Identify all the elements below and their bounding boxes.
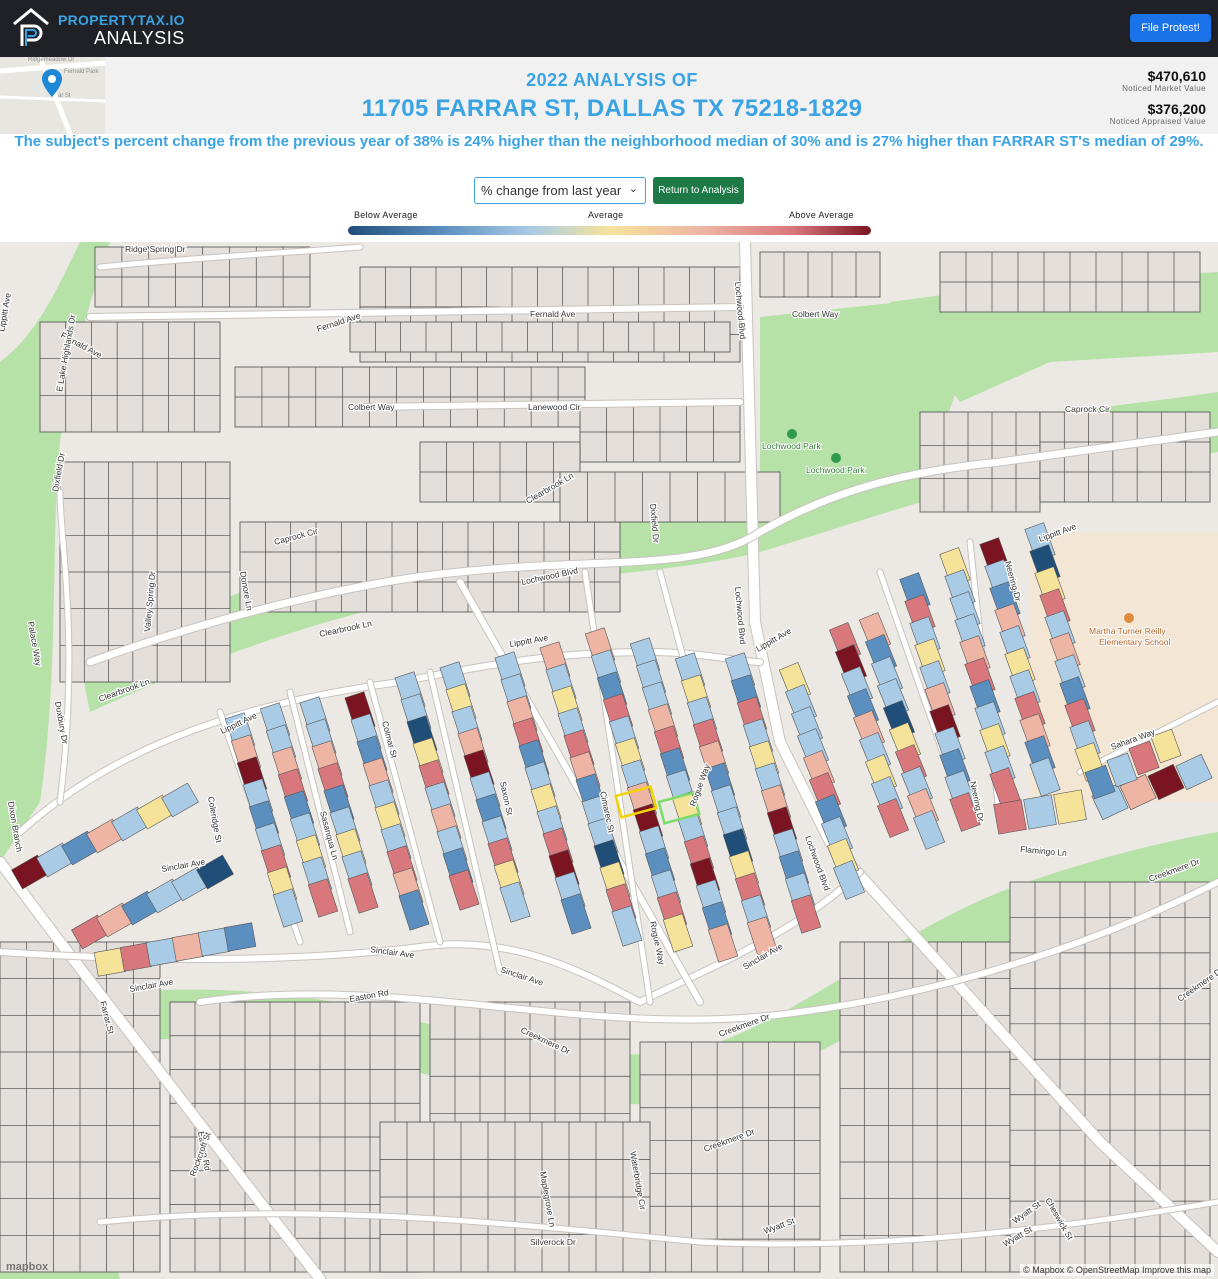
lot-block xyxy=(759,251,881,298)
parcel-map[interactable]: Ridge Spring Dr Fernald Ave Fernald Ave Fer… xyxy=(0,242,1218,1279)
parcel[interactable] xyxy=(993,799,1027,835)
street-label: Coleridge St xyxy=(206,796,224,844)
parcel[interactable] xyxy=(499,881,531,923)
brand-subtitle: ANALYSIS xyxy=(94,28,185,48)
chevron-down-icon: ⌄ xyxy=(628,183,638,195)
parcel[interactable] xyxy=(347,872,379,914)
map-attribution[interactable]: © Mapbox © OpenStreetMap Improve this ma… xyxy=(1020,1264,1214,1276)
street-label: Colbert Way xyxy=(792,309,839,319)
street-label: Ridge Spring Dr xyxy=(125,244,186,254)
legend-high-label: Above Average xyxy=(789,210,854,220)
file-protest-button[interactable]: File Protest! xyxy=(1130,14,1211,42)
street-label: Easton Rd xyxy=(349,987,390,1004)
metric-select[interactable]: % change from last year ⌄ xyxy=(474,177,646,204)
parcel[interactable] xyxy=(1053,789,1087,825)
market-value-label: Noticed Market Value xyxy=(1122,84,1206,93)
appraised-value: $376,200 xyxy=(1147,101,1206,117)
parcel[interactable] xyxy=(707,923,739,963)
legend-gradient-bar xyxy=(348,226,871,235)
top-bar: PROPERTYTAX.IO ANALYSIS File Protest! xyxy=(0,0,1218,57)
house-logo-icon xyxy=(13,8,49,46)
brand-name: PROPERTYTAX.IO xyxy=(58,12,185,28)
parcel[interactable] xyxy=(912,810,946,850)
street-label: Colbert Way xyxy=(348,402,395,412)
market-value: $470,610 xyxy=(1147,68,1206,84)
park-icon xyxy=(787,429,797,439)
return-to-analysis-button[interactable]: Return to Analysis xyxy=(653,177,744,204)
poi-label: Lochwood Park xyxy=(762,441,821,451)
color-legend: Below Average Average Above Average xyxy=(348,210,871,238)
street-label: Silverock Dr xyxy=(530,1237,576,1247)
parcel[interactable] xyxy=(272,888,304,928)
street-label: Lochwood Blvd xyxy=(733,586,748,645)
poi-label: Lochwood Park xyxy=(806,465,865,475)
poi-label: Martha Turner Reilly xyxy=(1089,626,1166,636)
street-label: Flamingo Ln xyxy=(1020,844,1068,858)
appraised-value-block: $376,200 Noticed Appraised Value xyxy=(1110,101,1206,126)
lot-block xyxy=(359,266,741,308)
parcel[interactable] xyxy=(560,893,592,935)
mapbox-logo[interactable]: mapbox xyxy=(6,1261,48,1273)
school-icon xyxy=(1124,613,1134,623)
poi-label: Elementary School xyxy=(1099,637,1170,647)
property-address: 11705 FARRAR ST, DALLAS TX 75218-1829 xyxy=(361,95,863,122)
street-label: Rogue Way xyxy=(687,762,712,808)
parcel[interactable] xyxy=(307,878,339,918)
metric-select-value: % change from last year xyxy=(481,183,622,198)
analysis-header: Ridgemeadow Dr Fernald Park ar St 2022 A… xyxy=(0,57,1218,134)
map-canvas[interactable]: Ridge Spring DrFernald AveFernald AveFer… xyxy=(0,242,1218,1279)
lot-block xyxy=(349,321,731,353)
legend-mid-label: Average xyxy=(588,210,624,220)
brand-logo[interactable]: PROPERTYTAX.IO ANALYSIS xyxy=(10,6,185,52)
analysis-year-title: 2022 ANALYSIS OF xyxy=(526,70,698,90)
comparison-summary: The subject's percent change from the pr… xyxy=(14,133,1204,150)
minimap-street-label: Ridgemeadow Dr xyxy=(28,57,75,63)
parcel[interactable] xyxy=(1023,794,1057,830)
park-icon xyxy=(831,453,841,463)
street-label: Lippitt Ave xyxy=(509,632,549,649)
parcel[interactable] xyxy=(790,894,822,934)
street-label: Sinclair Ave xyxy=(499,964,544,987)
parcel[interactable] xyxy=(223,922,257,952)
street-label: Fernald Ave xyxy=(530,309,575,319)
street-label: Caprock Cir xyxy=(1065,404,1110,414)
street-label: Lanewood Cir xyxy=(528,402,581,412)
appraised-value-label: Noticed Appraised Value xyxy=(1109,117,1206,126)
parcel[interactable] xyxy=(876,798,910,838)
market-value-block: $470,610 Noticed Market Value xyxy=(1122,68,1206,93)
legend-low-label: Below Average xyxy=(354,210,418,220)
street-label: Lippitt Ave xyxy=(0,292,13,332)
